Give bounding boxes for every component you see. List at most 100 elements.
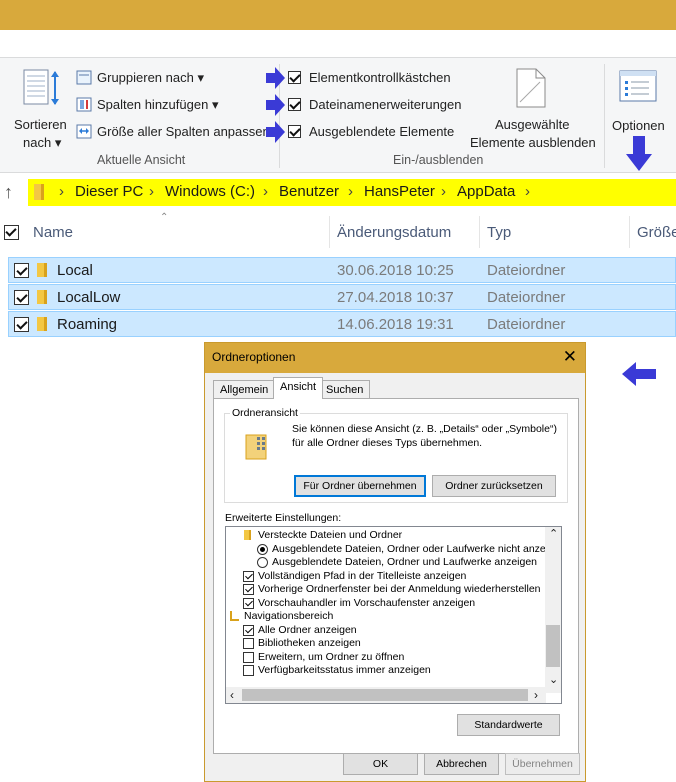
reset-folders-button[interactable]: Ordner zurücksetzen (432, 475, 556, 497)
settings-item[interactable]: Vorschauhandler im Vorschaufenster anzei… (226, 597, 546, 610)
column-header-name[interactable]: Name (33, 224, 73, 241)
setting-checkbox[interactable] (243, 570, 254, 582)
horizontal-scrollbar[interactable]: ‹ › (226, 687, 546, 703)
breadcrumb-separator[interactable]: › (348, 183, 353, 200)
fit-columns-icon (76, 124, 92, 139)
scroll-thumb[interactable] (242, 689, 528, 701)
ribbon: Sortieren nach ▾ Gruppieren nach ▾ Spalt… (0, 57, 676, 173)
settings-item[interactable]: Ausgeblendete Dateien, Ordner oder Laufw… (226, 543, 561, 556)
row-checkbox[interactable] (14, 290, 29, 305)
apply-to-folders-button[interactable]: Für Ordner übernehmen (294, 475, 426, 497)
breadcrumb-separator[interactable]: › (525, 183, 530, 200)
setting-checkbox[interactable] (243, 651, 254, 663)
column-divider[interactable] (629, 216, 630, 248)
radio-button[interactable] (257, 543, 268, 555)
add-columns-label: Spalten hinzufügen ▾ (97, 97, 219, 112)
breadcrumb-item[interactable]: Windows (C:) (165, 183, 255, 200)
ok-button[interactable]: OK (343, 753, 418, 775)
options-icon (619, 70, 657, 102)
sort-label-line1: Sortieren (14, 117, 67, 132)
select-all-checkbox[interactable] (4, 225, 19, 240)
settings-item[interactable]: Bibliotheken anzeigen (226, 637, 546, 650)
annotation-arrow-icon (626, 136, 652, 171)
column-header-type[interactable]: Typ (487, 224, 511, 241)
setting-label: Verfügbarkeitsstatus immer anzeigen (258, 664, 431, 676)
cancel-button[interactable]: Abbrechen (424, 753, 499, 775)
breadcrumb-separator[interactable]: › (441, 183, 446, 200)
breadcrumb-separator[interactable]: › (263, 183, 268, 200)
group-by-button[interactable]: Gruppieren nach ▾ (76, 68, 226, 88)
item-checkboxes-checkbox[interactable] (288, 71, 301, 84)
add-columns-icon (76, 97, 92, 112)
scroll-thumb[interactable] (546, 625, 560, 667)
folder-icon (37, 263, 47, 277)
breadcrumb-separator[interactable]: › (149, 183, 154, 200)
breadcrumb-item[interactable]: Benutzer (279, 183, 339, 200)
row-checkbox[interactable] (14, 263, 29, 278)
sort-by-button[interactable]: Sortieren nach ▾ (10, 64, 72, 150)
setting-label: Alle Ordner anzeigen (258, 623, 357, 636)
fit-columns-button[interactable]: Größe aller Spalten anpassen (76, 122, 271, 142)
advanced-settings-list[interactable]: Versteckte Dateien und Ordner Ausgeblende… (225, 526, 562, 704)
breadcrumb-item[interactable]: Dieser PC (75, 183, 143, 200)
column-divider[interactable] (479, 216, 480, 248)
item-checkboxes-toggle[interactable]: Elementkontrollkästchen (288, 69, 468, 87)
scroll-up-icon[interactable]: ⌃ (549, 527, 558, 540)
row-name: Roaming (57, 316, 118, 333)
fit-columns-label: Größe aller Spalten anpassen (97, 124, 270, 139)
settings-item[interactable]: Vorherige Ordnerfenster bei der Anmeldun… (226, 583, 546, 596)
setting-checkbox[interactable] (243, 624, 254, 636)
settings-item[interactable]: Vollständigen Pfad in der Titelleiste an… (226, 570, 546, 583)
scroll-left-icon[interactable]: ‹ (230, 688, 234, 702)
setting-label: Vorschauhandler im Vorschaufenster anzei… (258, 596, 476, 609)
row-date: 27.04.2018 10:37 (337, 289, 454, 306)
folder-view-title: Ordneransicht (230, 407, 300, 419)
file-extensions-checkbox[interactable] (288, 98, 301, 111)
hide-selected-button[interactable]: Ausgewählte Elemente ausblenden (468, 64, 598, 150)
folder-view-text-2: für alle Ordner dieses Typs übernehmen. (292, 437, 483, 449)
restore-defaults-button[interactable]: Standardwerte (457, 714, 560, 736)
setting-checkbox[interactable] (243, 665, 254, 676)
column-divider[interactable] (329, 216, 330, 248)
table-row[interactable]: LocalLow 27.04.2018 10:37 Dateiordner (8, 284, 676, 310)
row-date: 30.06.2018 10:25 (337, 262, 454, 279)
setting-label: Bibliotheken anzeigen (258, 637, 361, 649)
setting-checkbox[interactable] (243, 597, 254, 609)
vertical-scrollbar[interactable]: ⌃ ⌄ (545, 527, 561, 693)
scroll-down-icon[interactable]: ⌄ (549, 673, 558, 686)
breadcrumb-item[interactable]: HansPeter (364, 183, 435, 200)
table-row[interactable]: Roaming 14.06.2018 19:31 Dateiordner (8, 311, 676, 337)
file-extensions-toggle[interactable]: Dateinamenerweiterungen (288, 96, 468, 114)
advanced-settings-title: Erweiterte Einstellungen: (225, 512, 342, 524)
hide-selected-label-2: Elemente ausblenden (470, 135, 596, 150)
radio-button[interactable] (257, 557, 268, 568)
hidden-items-label: Ausgeblendete Elemente (309, 124, 455, 139)
close-icon[interactable]: ✕ (563, 347, 577, 367)
tab-general[interactable]: Allgemein (213, 380, 276, 398)
row-type: Dateiordner (487, 316, 566, 333)
add-columns-button[interactable]: Spalten hinzufügen ▾ (76, 95, 226, 115)
row-checkbox[interactable] (14, 317, 29, 332)
column-header-date[interactable]: Änderungsdatum (337, 224, 451, 241)
setting-checkbox[interactable] (243, 584, 254, 595)
setting-checkbox[interactable] (243, 638, 254, 649)
hidden-items-checkbox[interactable] (288, 125, 301, 138)
settings-item[interactable]: Verfügbarkeitsstatus immer anzeigen (226, 664, 546, 677)
folder-options-dialog: Ordneroptionen ✕ Allgemein Ansicht Suche… (204, 342, 586, 782)
settings-item[interactable]: Erweitern, um Ordner zu öffnen (226, 651, 546, 664)
hide-selected-icon (516, 68, 546, 108)
breadcrumb-item[interactable]: AppData (457, 183, 515, 200)
breadcrumb-separator[interactable]: › (59, 183, 64, 200)
settings-item: Versteckte Dateien und Ordner (226, 529, 546, 542)
scroll-right-icon[interactable]: › (534, 688, 538, 702)
up-button[interactable]: ↑ (4, 182, 13, 203)
table-row[interactable]: Local 30.06.2018 10:25 Dateiordner (8, 257, 676, 283)
tab-search[interactable]: Suchen (319, 380, 371, 398)
column-header-size[interactable]: Größe (637, 224, 676, 241)
tab-view[interactable]: Ansicht (273, 377, 324, 399)
tab-panel-view: Ordneransicht Sie können diese Ansicht (… (213, 398, 579, 754)
title-bar (0, 0, 676, 30)
hidden-items-toggle[interactable]: Ausgeblendete Elemente (288, 123, 468, 141)
settings-item[interactable]: Ausgeblendete Dateien, Ordner und Laufwe… (226, 556, 546, 569)
settings-item[interactable]: Alle Ordner anzeigen (226, 624, 546, 637)
